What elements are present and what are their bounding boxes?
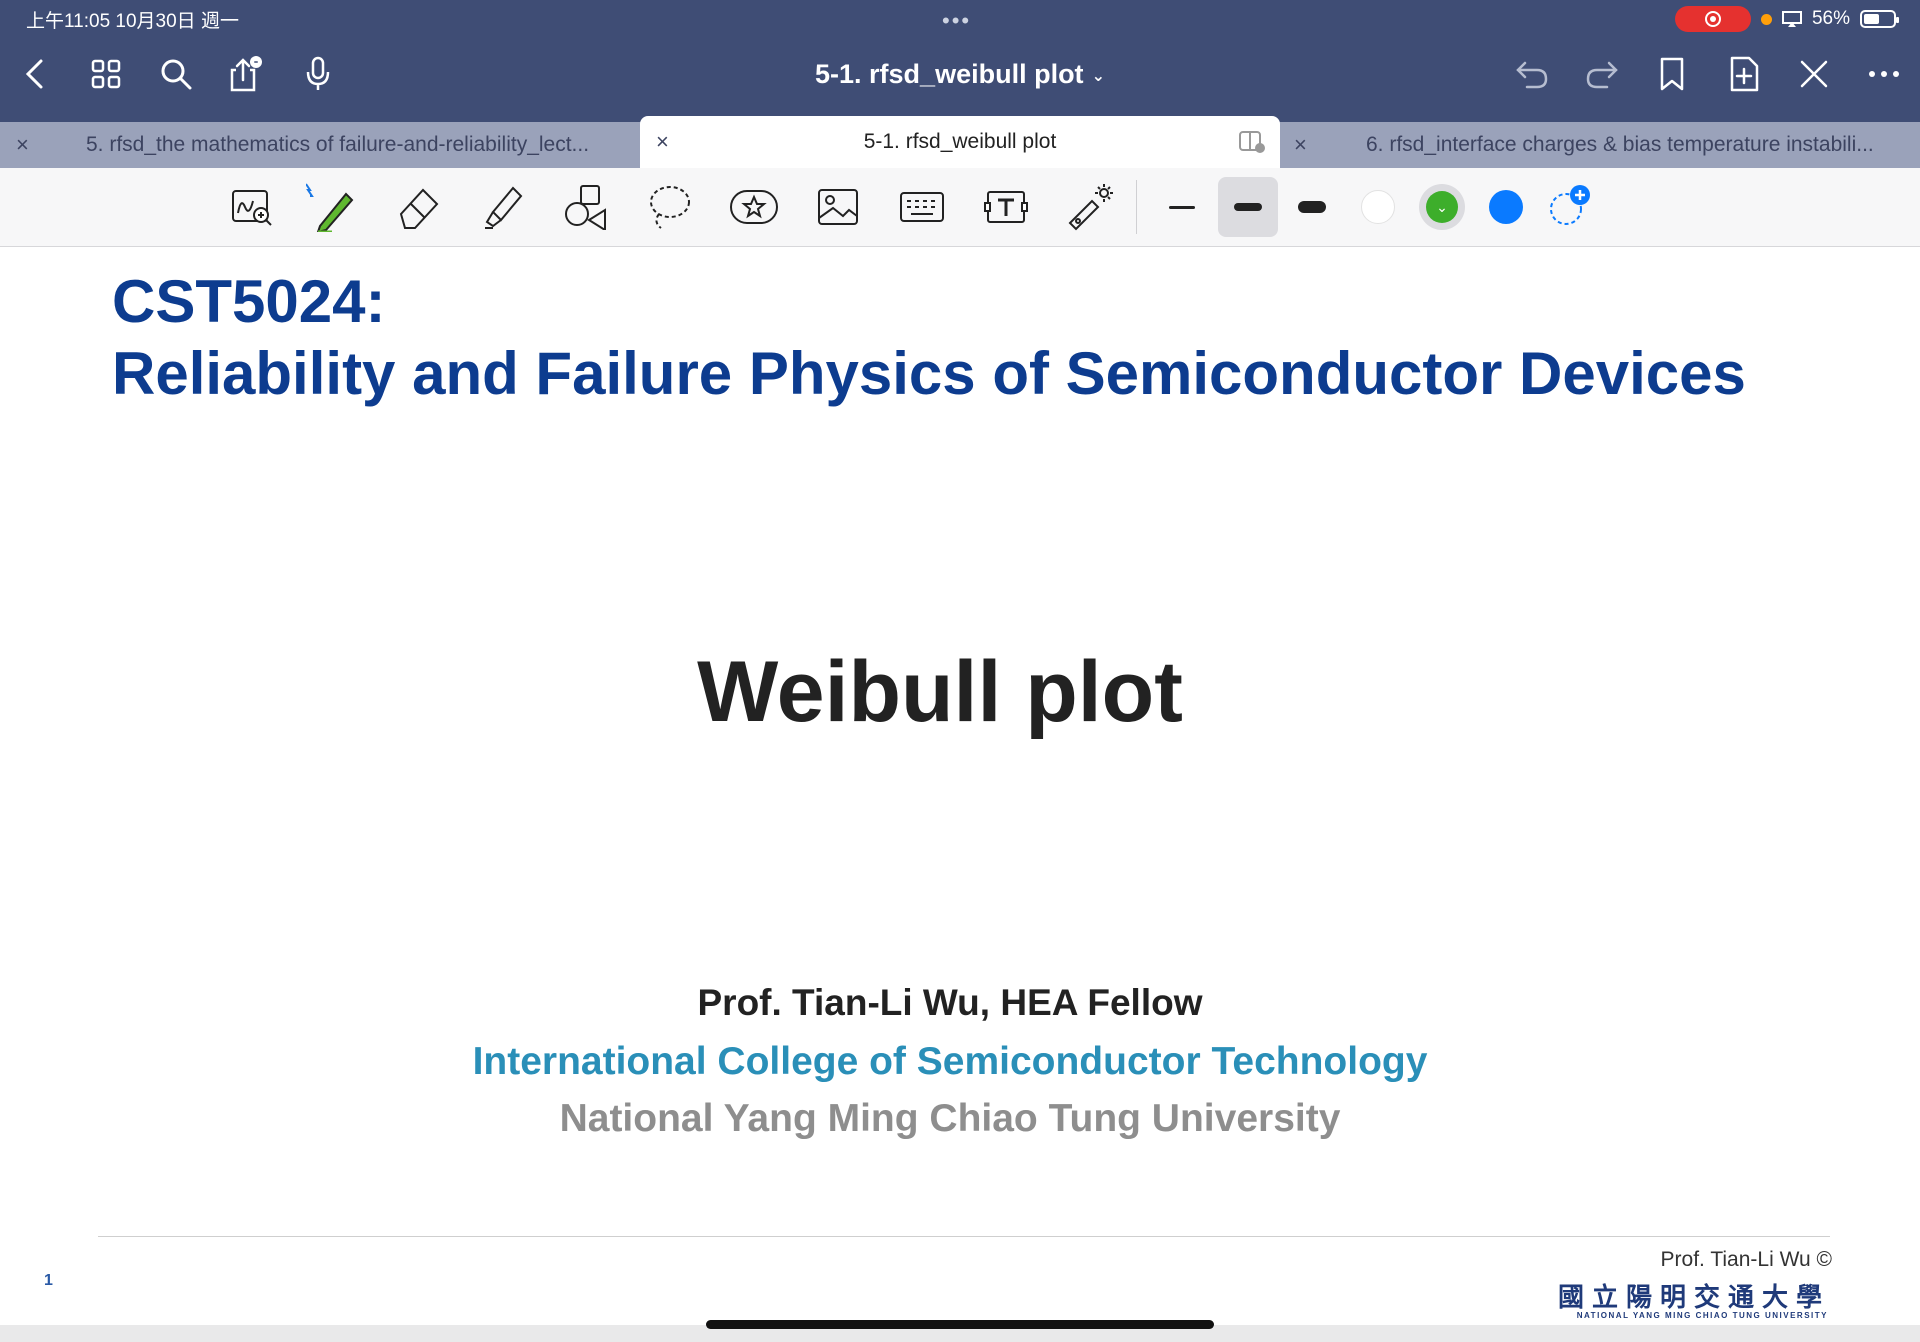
annotation-toolbar: ⌄: [0, 168, 1920, 247]
thickness-thick-option[interactable]: [1284, 181, 1340, 233]
pen-icon[interactable]: [304, 181, 360, 233]
university-name: National Yang Ming Chiao Tung University: [559, 1097, 1341, 1140]
college-name: International College of Semiconductor T…: [472, 1040, 1428, 1083]
highlighter-icon[interactable]: [474, 181, 530, 233]
status-right-group: 56%: [1674, 6, 1899, 32]
color-swatch-green-selected[interactable]: ⌄: [1414, 181, 1470, 233]
color-swatch-blue[interactable]: [1478, 181, 1534, 233]
battery-percent: 56%: [1811, 8, 1850, 29]
microphone-icon[interactable]: [298, 54, 338, 94]
sticker-icon[interactable]: [726, 181, 782, 233]
tab-label: 6. rfsd_interface charges & bias tempera…: [1366, 133, 1874, 156]
thickness-medium-option[interactable]: [1218, 177, 1278, 237]
share-icon[interactable]: [226, 54, 266, 94]
airplay-icon: [1781, 11, 1802, 27]
thickness-thin-option[interactable]: [1154, 181, 1210, 233]
redo-icon[interactable]: [1582, 54, 1622, 94]
undo-icon[interactable]: [1512, 54, 1552, 94]
keyboard-icon[interactable]: [894, 181, 950, 233]
eraser-icon[interactable]: [390, 181, 446, 233]
search-icon[interactable]: [156, 54, 196, 94]
thumbnails-grid-icon[interactable]: [86, 54, 126, 94]
laser-pointer-icon[interactable]: [1062, 181, 1118, 233]
slide-page[interactable]: CST5024: Reliability and Failure Physics…: [0, 247, 1920, 1325]
zoom-window-icon[interactable]: [224, 181, 280, 233]
chevron-down-icon: ⌄: [1091, 67, 1105, 85]
bookmark-icon[interactable]: [1652, 54, 1692, 94]
university-logo-chinese: 國立陽明交通大學: [1557, 1283, 1830, 1313]
more-options-icon[interactable]: [1864, 54, 1904, 94]
slide-page-number: 1: [44, 1272, 53, 1289]
footer-credit: Prof. Tian-Li Wu ©: [1660, 1248, 1832, 1271]
add-page-icon[interactable]: [1724, 54, 1764, 94]
color-swatch-white[interactable]: [1350, 181, 1406, 233]
add-color-icon[interactable]: [1542, 181, 1598, 233]
university-logo-english: NATIONAL YANG MING CHIAO TUNG UNIVERSITY: [1576, 1311, 1828, 1320]
top-bar: 上午11:05 10月30日 週一 ••• 56% 5-1. rfsd_weib…: [0, 0, 1920, 122]
battery-icon: [1860, 10, 1899, 28]
multitasking-dots[interactable]: •••: [942, 8, 971, 34]
close-tab-icon[interactable]: ×: [16, 132, 29, 158]
close-tab-icon[interactable]: ×: [1294, 132, 1307, 158]
professor-name: Prof. Tian-Li Wu, HEA Fellow: [697, 982, 1203, 1023]
chevron-down-icon: ⌄: [1426, 191, 1458, 223]
tab-lecture-5[interactable]: × 5. rfsd_the mathematics of failure-and…: [0, 122, 640, 168]
textbox-icon[interactable]: [978, 181, 1034, 233]
course-title: Reliability and Failure Physics of Semic…: [112, 340, 1746, 407]
tab-label: 5. rfsd_the mathematics of failure-and-r…: [86, 133, 590, 156]
document-title-menu[interactable]: 5-1. rfsd_weibull plot ⌄: [760, 59, 1160, 90]
split-view-icon[interactable]: [1238, 130, 1266, 154]
course-code: CST5024:: [112, 268, 386, 335]
record-icon: [1704, 11, 1721, 27]
home-indicator[interactable]: [706, 1320, 1214, 1329]
status-time-date: 上午11:05 10月30日 週一: [26, 11, 239, 32]
mic-in-use-dot: [1760, 13, 1772, 25]
shapes-icon[interactable]: [558, 181, 614, 233]
tab-weibull-plot[interactable]: × 5-1. rfsd_weibull plot: [640, 116, 1280, 168]
exit-editing-icon[interactable]: [1794, 54, 1834, 94]
tab-lecture-6[interactable]: × 6. rfsd_interface charges & bias tempe…: [1280, 122, 1920, 168]
document-title: 5-1. rfsd_weibull plot: [815, 59, 1084, 89]
tab-label: 5-1. rfsd_weibull plot: [863, 130, 1057, 153]
lasso-icon[interactable]: [642, 181, 698, 233]
screen-recording-indicator[interactable]: [1674, 6, 1751, 32]
slide-main-title: Weibull plot: [697, 644, 1183, 740]
image-icon[interactable]: [810, 181, 866, 233]
back-icon[interactable]: [14, 54, 54, 94]
toolbar-divider: [1136, 180, 1137, 234]
tab-bar: × 5. rfsd_the mathematics of failure-and…: [0, 116, 1920, 168]
footer-divider: [98, 1236, 1830, 1237]
